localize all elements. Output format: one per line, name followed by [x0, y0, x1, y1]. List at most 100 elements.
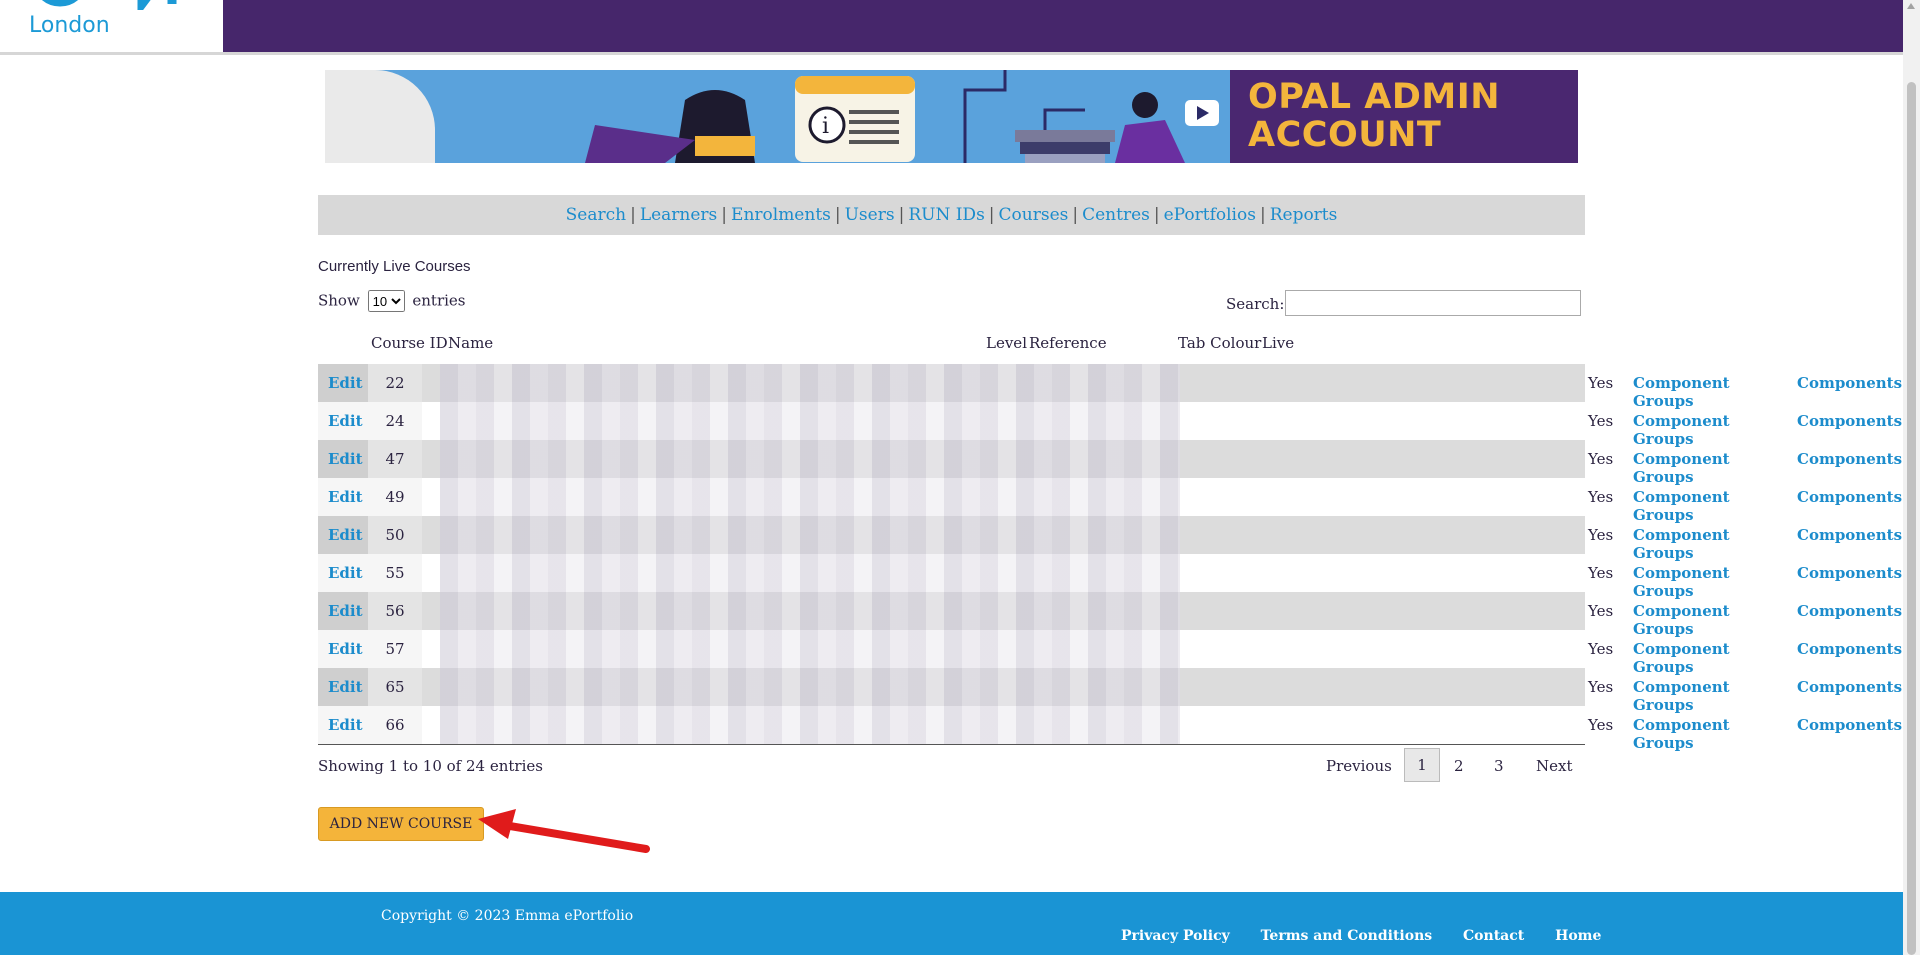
pagination-page-3[interactable]: 3 — [1494, 757, 1504, 775]
component-groups-link[interactable]: Component Groups — [1633, 450, 1730, 486]
nav-separator: | — [1259, 205, 1266, 225]
edit-link[interactable]: Edit — [328, 678, 363, 696]
table-row: Edit 57 Yes Component Groups Components — [318, 630, 1902, 676]
edit-link[interactable]: Edit — [328, 450, 363, 468]
header: London — [0, 0, 1903, 55]
nav-separator: | — [1072, 205, 1079, 225]
logo[interactable]: London — [0, 0, 223, 55]
header-course-id[interactable]: Course ID — [371, 334, 448, 352]
scroll-up-arrow-icon[interactable] — [1907, 3, 1915, 9]
svg-text:i: i — [822, 114, 829, 139]
components-link[interactable]: Components — [1797, 602, 1902, 620]
scrollbar-thumb[interactable] — [1907, 82, 1916, 955]
nav-run-ids[interactable]: RUN IDs — [908, 205, 984, 225]
component-groups-link[interactable]: Component Groups — [1633, 488, 1730, 524]
component-groups-link[interactable]: Component Groups — [1633, 602, 1730, 638]
pagination-page-2[interactable]: 2 — [1454, 757, 1464, 775]
header-level[interactable]: Level — [986, 334, 1027, 352]
live-status: Yes — [1588, 716, 1614, 734]
component-groups-link[interactable]: Component Groups — [1633, 678, 1730, 714]
edit-link[interactable]: Edit — [328, 488, 363, 506]
nav-separator: | — [630, 205, 636, 225]
banner-title-panel: OPAL ADMIN ACCOUNT — [1230, 70, 1578, 163]
table-row: Edit 22 Yes Component Groups Components — [318, 364, 1902, 410]
component-groups-link[interactable]: Component Groups — [1633, 526, 1730, 562]
components-link[interactable]: Components — [1797, 450, 1902, 468]
header-reference[interactable]: Reference — [1029, 334, 1107, 352]
components-link[interactable]: Components — [1797, 716, 1902, 734]
header-name[interactable]: Name — [448, 334, 493, 352]
header-tab-colour[interactable]: Tab Colour — [1178, 334, 1261, 352]
admin-nav: Search | Learners | Enrolments | Users | RUN IDs… — [318, 195, 1585, 235]
redacted-content — [440, 364, 1180, 402]
redacted-content — [440, 516, 1180, 554]
nav-eportfolios[interactable]: ePortfolios — [1164, 205, 1256, 225]
footer-links: Privacy Policy Terms and Conditions Cont… — [1121, 928, 1627, 944]
redacted-content — [440, 668, 1180, 706]
entries-per-page-select[interactable]: 10 — [367, 290, 405, 312]
nav-separator: | — [1153, 205, 1160, 225]
nav-centres[interactable]: Centres — [1082, 205, 1150, 225]
live-status: Yes — [1588, 488, 1614, 506]
footer-link-home[interactable]: Home — [1555, 928, 1601, 944]
footer-link-contact[interactable]: Contact — [1463, 928, 1524, 944]
live-status: Yes — [1588, 374, 1614, 392]
component-groups-link[interactable]: Component Groups — [1633, 564, 1730, 600]
edit-link[interactable]: Edit — [328, 564, 363, 582]
nav-enrolments[interactable]: Enrolments — [731, 205, 831, 225]
footer: Copyright © 2023 Emma ePortfolio Privacy… — [0, 892, 1903, 955]
edit-link[interactable]: Edit — [328, 602, 363, 620]
components-link[interactable]: Components — [1797, 640, 1902, 658]
footer-link-terms[interactable]: Terms and Conditions — [1261, 928, 1433, 944]
component-groups-link[interactable]: Component Groups — [1633, 640, 1730, 676]
nav-search[interactable]: Search — [566, 205, 626, 225]
course-id: 47 — [385, 450, 405, 468]
components-link[interactable]: Components — [1797, 564, 1902, 582]
edit-link[interactable]: Edit — [328, 640, 363, 658]
nav-users[interactable]: Users — [845, 205, 895, 225]
banner-title: OPAL ADMIN ACCOUNT — [1248, 78, 1508, 154]
nav-separator: | — [988, 205, 995, 225]
table-row: Edit 55 Yes Component Groups Components — [318, 554, 1902, 600]
scrollbar[interactable] — [1903, 0, 1920, 955]
table-row: Edit 66 Yes Component Groups Components — [318, 706, 1902, 752]
section-title: Currently Live Courses — [318, 258, 471, 275]
edit-link[interactable]: Edit — [328, 716, 363, 734]
components-link[interactable]: Components — [1797, 488, 1902, 506]
footer-link-privacy[interactable]: Privacy Policy — [1121, 928, 1230, 944]
pagination-page-1[interactable]: 1 — [1404, 748, 1440, 782]
pagination-previous[interactable]: Previous — [1326, 757, 1392, 775]
table-info: Showing 1 to 10 of 24 entries — [318, 757, 543, 775]
table-row: Edit 24 Yes Component Groups Components — [318, 402, 1902, 448]
nav-learners[interactable]: Learners — [640, 205, 717, 225]
components-link[interactable]: Components — [1797, 526, 1902, 544]
components-link[interactable]: Components — [1797, 412, 1902, 430]
component-groups-link[interactable]: Component Groups — [1633, 374, 1730, 410]
nav-separator: | — [898, 205, 905, 225]
redacted-content — [440, 706, 1180, 744]
nav-courses[interactable]: Courses — [999, 205, 1069, 225]
redacted-content — [440, 592, 1180, 630]
edit-link[interactable]: Edit — [328, 526, 363, 544]
banner-decoration — [325, 70, 435, 163]
course-id: 55 — [385, 564, 405, 582]
header-live[interactable]: Live — [1262, 334, 1294, 352]
components-link[interactable]: Components — [1797, 678, 1902, 696]
live-status: Yes — [1588, 450, 1614, 468]
banner-illustration-icon: i — [445, 70, 1225, 163]
add-new-course-button[interactable]: ADD NEW COURSE — [318, 807, 484, 841]
edit-link[interactable]: Edit — [328, 412, 363, 430]
redacted-content — [440, 554, 1180, 592]
logo-mark-icon — [41, 0, 177, 10]
banner-title-line1: OPAL ADMIN — [1248, 77, 1501, 117]
live-status: Yes — [1588, 526, 1614, 544]
components-link[interactable]: Components — [1797, 374, 1902, 392]
pagination-next[interactable]: Next — [1536, 757, 1573, 775]
nav-separator: | — [721, 205, 728, 225]
live-status: Yes — [1588, 678, 1614, 696]
component-groups-link[interactable]: Component Groups — [1633, 716, 1730, 752]
component-groups-link[interactable]: Component Groups — [1633, 412, 1730, 448]
search-input[interactable] — [1285, 290, 1581, 316]
nav-reports[interactable]: Reports — [1270, 205, 1338, 225]
edit-link[interactable]: Edit — [328, 374, 363, 392]
